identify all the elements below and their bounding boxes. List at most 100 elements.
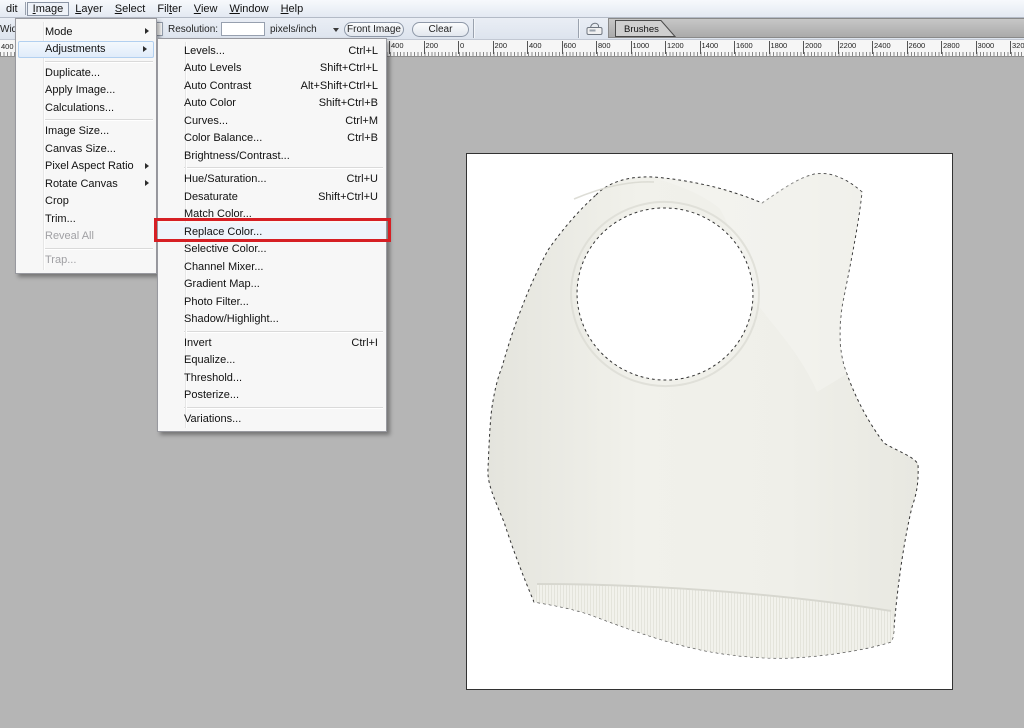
menu-item-label: Desaturate [184, 191, 306, 203]
adjustments-item-desaturate[interactable]: DesaturateShift+Ctrl+U [158, 188, 386, 206]
adjustments-item-auto-color[interactable]: Auto Color Shift+Ctrl+B [158, 95, 386, 113]
adjustments-item-brightness-contrast[interactable]: Brightness/Contrast... [158, 147, 386, 165]
image-menu-item-apply-image[interactable]: Apply Image... [16, 82, 156, 100]
brushes-tab[interactable]: Brushes [615, 20, 679, 38]
menubar-item-select[interactable]: Select [109, 2, 152, 16]
adjustments-item-variations[interactable]: Variations... [158, 410, 386, 428]
menu-item-label: Hue/Saturation... [184, 173, 335, 185]
menu-item-label: Match Color... [184, 208, 378, 220]
menu-item-label: Crop [45, 195, 138, 207]
adjustments-item-auto-contrast[interactable]: Auto ContrastAlt+Shift+Ctrl+L [158, 77, 386, 95]
menubar-separator [25, 2, 26, 15]
adjustments-item-replace-color[interactable]: Replace Color... [158, 223, 386, 241]
menu-item-label: Auto Color [184, 97, 307, 109]
menubar-item-layer[interactable]: Layer [69, 2, 109, 16]
menu-item-label: Variations... [184, 413, 378, 425]
image-menu-item-calculations[interactable]: Calculations... [16, 99, 156, 117]
ruler-tick: 200 [493, 41, 508, 54]
adjustments-item-equalize[interactable]: Equalize... [158, 352, 386, 370]
ruler-tick: 800 [596, 41, 611, 54]
ruler-tick-line [907, 41, 908, 54]
image-menu-item-adjustments[interactable]: Adjustments [18, 41, 154, 59]
adjustments-item-photo-filter[interactable]: Photo Filter... [158, 293, 386, 311]
ruler-tick-line [527, 41, 528, 54]
adjustments-item-invert[interactable]: InvertCtrl+I [158, 334, 386, 352]
ruler-tick: 2200 [838, 41, 857, 54]
ruler-tick-line [803, 41, 804, 54]
image-menu-item-canvas-size[interactable]: Canvas Size... [16, 140, 156, 158]
menu-item-label: Trap... [45, 254, 138, 266]
menubar-item-dit[interactable]: dit [0, 2, 24, 16]
menu-item-shortcut: Shift+Ctrl+L [320, 62, 378, 74]
resolution-unit-value: pixels/inch [270, 24, 317, 35]
image-menu-item-reveal-all: Reveal All [16, 228, 156, 246]
image-menu-item-duplicate[interactable]: Duplicate... [16, 64, 156, 82]
ruler-tick: 3000 [976, 41, 995, 54]
adjustments-item-match-color[interactable]: Match Color... [158, 206, 386, 224]
menu-item-label: Photo Filter... [184, 296, 378, 308]
adjustments-item-color-balance[interactable]: Color Balance... Ctrl+B [158, 130, 386, 148]
ruler-tick-line [424, 41, 425, 54]
resolution-input[interactable] [221, 22, 265, 36]
ruler-tick-line [665, 41, 666, 54]
menu-item-label: Rotate Canvas [45, 178, 138, 190]
adjustments-item-selective-color[interactable]: Selective Color... [158, 241, 386, 259]
menu-item-label: Channel Mixer... [184, 261, 378, 273]
image-menu-item-trim[interactable]: Trim... [16, 210, 156, 228]
brushes-tab-label: Brushes [624, 24, 659, 35]
menu-item-shortcut: Shift+Ctrl+B [319, 97, 378, 109]
sports-bra-image [467, 154, 952, 689]
ruler-tick: 2000 [803, 41, 822, 54]
menu-item-label: Brightness/Contrast... [184, 150, 378, 162]
go-to-bridge-icon[interactable] [584, 19, 606, 38]
menu-item-label: Shadow/Highlight... [184, 313, 378, 325]
menu-item-label: Image Size... [45, 125, 138, 137]
menu-item-shortcut: Ctrl+M [345, 115, 378, 127]
adjustments-item-levels[interactable]: Levels...Ctrl+L [158, 42, 386, 60]
ruler-tick: 1600 [734, 41, 753, 54]
document-canvas[interactable] [466, 153, 953, 690]
menu-item-label: Auto Levels [184, 62, 308, 74]
ruler-tick-line [872, 41, 873, 54]
menu-item-shortcut: Ctrl+B [347, 132, 378, 144]
image-menu-item-pixel-aspect-ratio[interactable]: Pixel Aspect Ratio [16, 158, 156, 176]
menu-item-label: Equalize... [184, 354, 378, 366]
adjustments-item-auto-levels[interactable]: Auto Levels Shift+Ctrl+L [158, 60, 386, 78]
menu-item-shortcut: Ctrl+U [347, 173, 378, 185]
menu-item-shortcut: Ctrl+L [348, 45, 378, 57]
dropdown-arrow-icon [333, 28, 339, 32]
menu-item-label: Calculations... [45, 102, 138, 114]
ruler-tick: 2400 [872, 41, 891, 54]
menubar-item-image[interactable]: Image [27, 2, 70, 16]
menu-item-label: Color Balance... [184, 132, 335, 144]
image-menu-dropdown: Mode Adjustments Duplicate...Apply Image..… [15, 18, 157, 274]
clear-button[interactable]: Clear [412, 22, 469, 37]
menu-item-label: Invert [184, 337, 339, 349]
menu-item-label: Gradient Map... [184, 278, 378, 290]
front-image-button[interactable]: Front Image [344, 22, 404, 37]
image-menu-item-image-size[interactable]: Image Size... [16, 123, 156, 141]
menu-item-label: Auto Contrast [184, 80, 289, 92]
ruler-tick-line [769, 41, 770, 54]
image-menu-item-mode[interactable]: Mode [16, 23, 156, 41]
ruler-tick: 1200 [665, 41, 684, 54]
image-menu-item-crop[interactable]: Crop [16, 193, 156, 211]
adjustments-item-curves[interactable]: Curves...Ctrl+M [158, 112, 386, 130]
adjustments-item-gradient-map[interactable]: Gradient Map... [158, 276, 386, 294]
menubar-item-window[interactable]: Window [223, 2, 274, 16]
adjustments-item-posterize[interactable]: Posterize... [158, 387, 386, 405]
menubar-item-view[interactable]: View [188, 2, 224, 16]
menu-item-label: Mode [45, 26, 138, 38]
adjustments-item-channel-mixer[interactable]: Channel Mixer... [158, 258, 386, 276]
resolution-unit-select[interactable]: pixels/inch [270, 24, 339, 35]
submenu-arrow-icon [143, 46, 147, 52]
adjustments-item-hue-saturation[interactable]: Hue/Saturation... Ctrl+U [158, 171, 386, 189]
ruler-tick-line [493, 41, 494, 54]
ruler-tick-line [1010, 41, 1011, 54]
image-menu-item-rotate-canvas[interactable]: Rotate Canvas [16, 175, 156, 193]
adjustments-item-shadow-highlight[interactable]: Shadow/Highlight... [158, 311, 386, 329]
adjustments-item-threshold[interactable]: Threshold... [158, 369, 386, 387]
submenu-arrow-icon [145, 180, 149, 186]
menubar-item-filter[interactable]: Filter [151, 2, 187, 16]
menubar-item-help[interactable]: Help [275, 2, 310, 16]
